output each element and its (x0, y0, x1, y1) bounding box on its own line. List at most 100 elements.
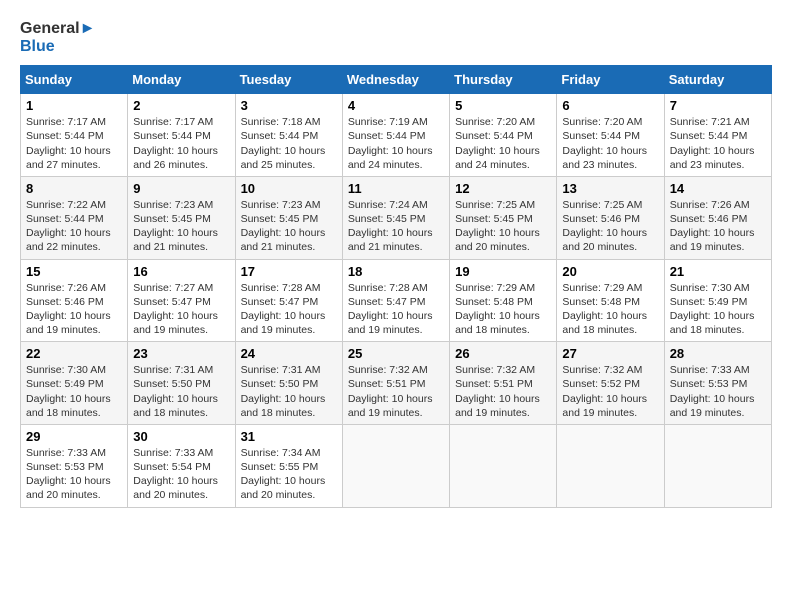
calendar-cell: 12 Sunrise: 7:25 AMSunset: 5:45 PMDaylig… (450, 176, 557, 259)
cell-content: Sunrise: 7:25 AMSunset: 5:46 PMDaylight:… (562, 199, 647, 254)
col-header-friday: Friday (557, 66, 664, 94)
calendar-cell: 6 Sunrise: 7:20 AMSunset: 5:44 PMDayligh… (557, 94, 664, 177)
day-number: 8 (26, 181, 122, 196)
calendar-cell: 20 Sunrise: 7:29 AMSunset: 5:48 PMDaylig… (557, 259, 664, 342)
day-number: 27 (562, 346, 658, 361)
calendar-cell (342, 424, 449, 507)
calendar-cell: 4 Sunrise: 7:19 AMSunset: 5:44 PMDayligh… (342, 94, 449, 177)
day-number: 4 (348, 98, 444, 113)
cell-content: Sunrise: 7:22 AMSunset: 5:44 PMDaylight:… (26, 199, 111, 254)
day-number: 5 (455, 98, 551, 113)
day-number: 21 (670, 264, 766, 279)
cell-content: Sunrise: 7:25 AMSunset: 5:45 PMDaylight:… (455, 199, 540, 254)
calendar-cell: 21 Sunrise: 7:30 AMSunset: 5:49 PMDaylig… (664, 259, 771, 342)
calendar-cell: 18 Sunrise: 7:28 AMSunset: 5:47 PMDaylig… (342, 259, 449, 342)
day-number: 25 (348, 346, 444, 361)
day-number: 13 (562, 181, 658, 196)
calendar-cell: 13 Sunrise: 7:25 AMSunset: 5:46 PMDaylig… (557, 176, 664, 259)
day-number: 20 (562, 264, 658, 279)
cell-content: Sunrise: 7:31 AMSunset: 5:50 PMDaylight:… (241, 364, 326, 419)
day-number: 26 (455, 346, 551, 361)
calendar-table: SundayMondayTuesdayWednesdayThursdayFrid… (20, 65, 772, 507)
day-number: 24 (241, 346, 337, 361)
header-row: SundayMondayTuesdayWednesdayThursdayFrid… (21, 66, 772, 94)
cell-content: Sunrise: 7:24 AMSunset: 5:45 PMDaylight:… (348, 199, 433, 254)
calendar-cell: 31 Sunrise: 7:34 AMSunset: 5:55 PMDaylig… (235, 424, 342, 507)
calendar-cell: 14 Sunrise: 7:26 AMSunset: 5:46 PMDaylig… (664, 176, 771, 259)
day-number: 9 (133, 181, 229, 196)
logo: General► Blue (20, 20, 95, 55)
col-header-sunday: Sunday (21, 66, 128, 94)
day-number: 10 (241, 181, 337, 196)
day-number: 11 (348, 181, 444, 196)
calendar-cell: 27 Sunrise: 7:32 AMSunset: 5:52 PMDaylig… (557, 342, 664, 425)
cell-content: Sunrise: 7:28 AMSunset: 5:47 PMDaylight:… (241, 282, 326, 337)
calendar-week-5: 29 Sunrise: 7:33 AMSunset: 5:53 PMDaylig… (21, 424, 772, 507)
calendar-cell: 5 Sunrise: 7:20 AMSunset: 5:44 PMDayligh… (450, 94, 557, 177)
calendar-week-4: 22 Sunrise: 7:30 AMSunset: 5:49 PMDaylig… (21, 342, 772, 425)
day-number: 14 (670, 181, 766, 196)
cell-content: Sunrise: 7:26 AMSunset: 5:46 PMDaylight:… (26, 282, 111, 337)
calendar-cell: 28 Sunrise: 7:33 AMSunset: 5:53 PMDaylig… (664, 342, 771, 425)
day-number: 12 (455, 181, 551, 196)
calendar-cell: 29 Sunrise: 7:33 AMSunset: 5:53 PMDaylig… (21, 424, 128, 507)
cell-content: Sunrise: 7:26 AMSunset: 5:46 PMDaylight:… (670, 199, 755, 254)
day-number: 19 (455, 264, 551, 279)
day-number: 3 (241, 98, 337, 113)
cell-content: Sunrise: 7:32 AMSunset: 5:52 PMDaylight:… (562, 364, 647, 419)
day-number: 23 (133, 346, 229, 361)
calendar-cell: 2 Sunrise: 7:17 AMSunset: 5:44 PMDayligh… (128, 94, 235, 177)
calendar-cell: 11 Sunrise: 7:24 AMSunset: 5:45 PMDaylig… (342, 176, 449, 259)
cell-content: Sunrise: 7:33 AMSunset: 5:54 PMDaylight:… (133, 447, 218, 502)
calendar-cell: 19 Sunrise: 7:29 AMSunset: 5:48 PMDaylig… (450, 259, 557, 342)
col-header-thursday: Thursday (450, 66, 557, 94)
calendar-cell: 15 Sunrise: 7:26 AMSunset: 5:46 PMDaylig… (21, 259, 128, 342)
calendar-cell: 3 Sunrise: 7:18 AMSunset: 5:44 PMDayligh… (235, 94, 342, 177)
cell-content: Sunrise: 7:17 AMSunset: 5:44 PMDaylight:… (133, 116, 218, 171)
day-number: 31 (241, 429, 337, 444)
cell-content: Sunrise: 7:32 AMSunset: 5:51 PMDaylight:… (455, 364, 540, 419)
cell-content: Sunrise: 7:33 AMSunset: 5:53 PMDaylight:… (670, 364, 755, 419)
calendar-cell: 22 Sunrise: 7:30 AMSunset: 5:49 PMDaylig… (21, 342, 128, 425)
day-number: 1 (26, 98, 122, 113)
day-number: 30 (133, 429, 229, 444)
calendar-cell: 16 Sunrise: 7:27 AMSunset: 5:47 PMDaylig… (128, 259, 235, 342)
day-number: 29 (26, 429, 122, 444)
calendar-cell: 10 Sunrise: 7:23 AMSunset: 5:45 PMDaylig… (235, 176, 342, 259)
cell-content: Sunrise: 7:21 AMSunset: 5:44 PMDaylight:… (670, 116, 755, 171)
calendar-week-3: 15 Sunrise: 7:26 AMSunset: 5:46 PMDaylig… (21, 259, 772, 342)
calendar-cell: 1 Sunrise: 7:17 AMSunset: 5:44 PMDayligh… (21, 94, 128, 177)
cell-content: Sunrise: 7:20 AMSunset: 5:44 PMDaylight:… (562, 116, 647, 171)
cell-content: Sunrise: 7:32 AMSunset: 5:51 PMDaylight:… (348, 364, 433, 419)
col-header-tuesday: Tuesday (235, 66, 342, 94)
calendar-cell: 25 Sunrise: 7:32 AMSunset: 5:51 PMDaylig… (342, 342, 449, 425)
cell-content: Sunrise: 7:18 AMSunset: 5:44 PMDaylight:… (241, 116, 326, 171)
day-number: 7 (670, 98, 766, 113)
cell-content: Sunrise: 7:30 AMSunset: 5:49 PMDaylight:… (26, 364, 111, 419)
col-header-saturday: Saturday (664, 66, 771, 94)
day-number: 6 (562, 98, 658, 113)
day-number: 28 (670, 346, 766, 361)
calendar-cell: 23 Sunrise: 7:31 AMSunset: 5:50 PMDaylig… (128, 342, 235, 425)
logo-text: General► Blue (20, 20, 95, 55)
calendar-cell (664, 424, 771, 507)
calendar-cell: 26 Sunrise: 7:32 AMSunset: 5:51 PMDaylig… (450, 342, 557, 425)
cell-content: Sunrise: 7:17 AMSunset: 5:44 PMDaylight:… (26, 116, 111, 171)
calendar-cell: 8 Sunrise: 7:22 AMSunset: 5:44 PMDayligh… (21, 176, 128, 259)
cell-content: Sunrise: 7:27 AMSunset: 5:47 PMDaylight:… (133, 282, 218, 337)
cell-content: Sunrise: 7:31 AMSunset: 5:50 PMDaylight:… (133, 364, 218, 419)
col-header-monday: Monday (128, 66, 235, 94)
calendar-cell: 30 Sunrise: 7:33 AMSunset: 5:54 PMDaylig… (128, 424, 235, 507)
day-number: 15 (26, 264, 122, 279)
calendar-cell: 24 Sunrise: 7:31 AMSunset: 5:50 PMDaylig… (235, 342, 342, 425)
cell-content: Sunrise: 7:29 AMSunset: 5:48 PMDaylight:… (562, 282, 647, 337)
day-number: 22 (26, 346, 122, 361)
calendar-cell (450, 424, 557, 507)
calendar-week-2: 8 Sunrise: 7:22 AMSunset: 5:44 PMDayligh… (21, 176, 772, 259)
calendar-cell: 9 Sunrise: 7:23 AMSunset: 5:45 PMDayligh… (128, 176, 235, 259)
day-number: 18 (348, 264, 444, 279)
cell-content: Sunrise: 7:30 AMSunset: 5:49 PMDaylight:… (670, 282, 755, 337)
calendar-cell: 7 Sunrise: 7:21 AMSunset: 5:44 PMDayligh… (664, 94, 771, 177)
cell-content: Sunrise: 7:34 AMSunset: 5:55 PMDaylight:… (241, 447, 326, 502)
calendar-week-1: 1 Sunrise: 7:17 AMSunset: 5:44 PMDayligh… (21, 94, 772, 177)
